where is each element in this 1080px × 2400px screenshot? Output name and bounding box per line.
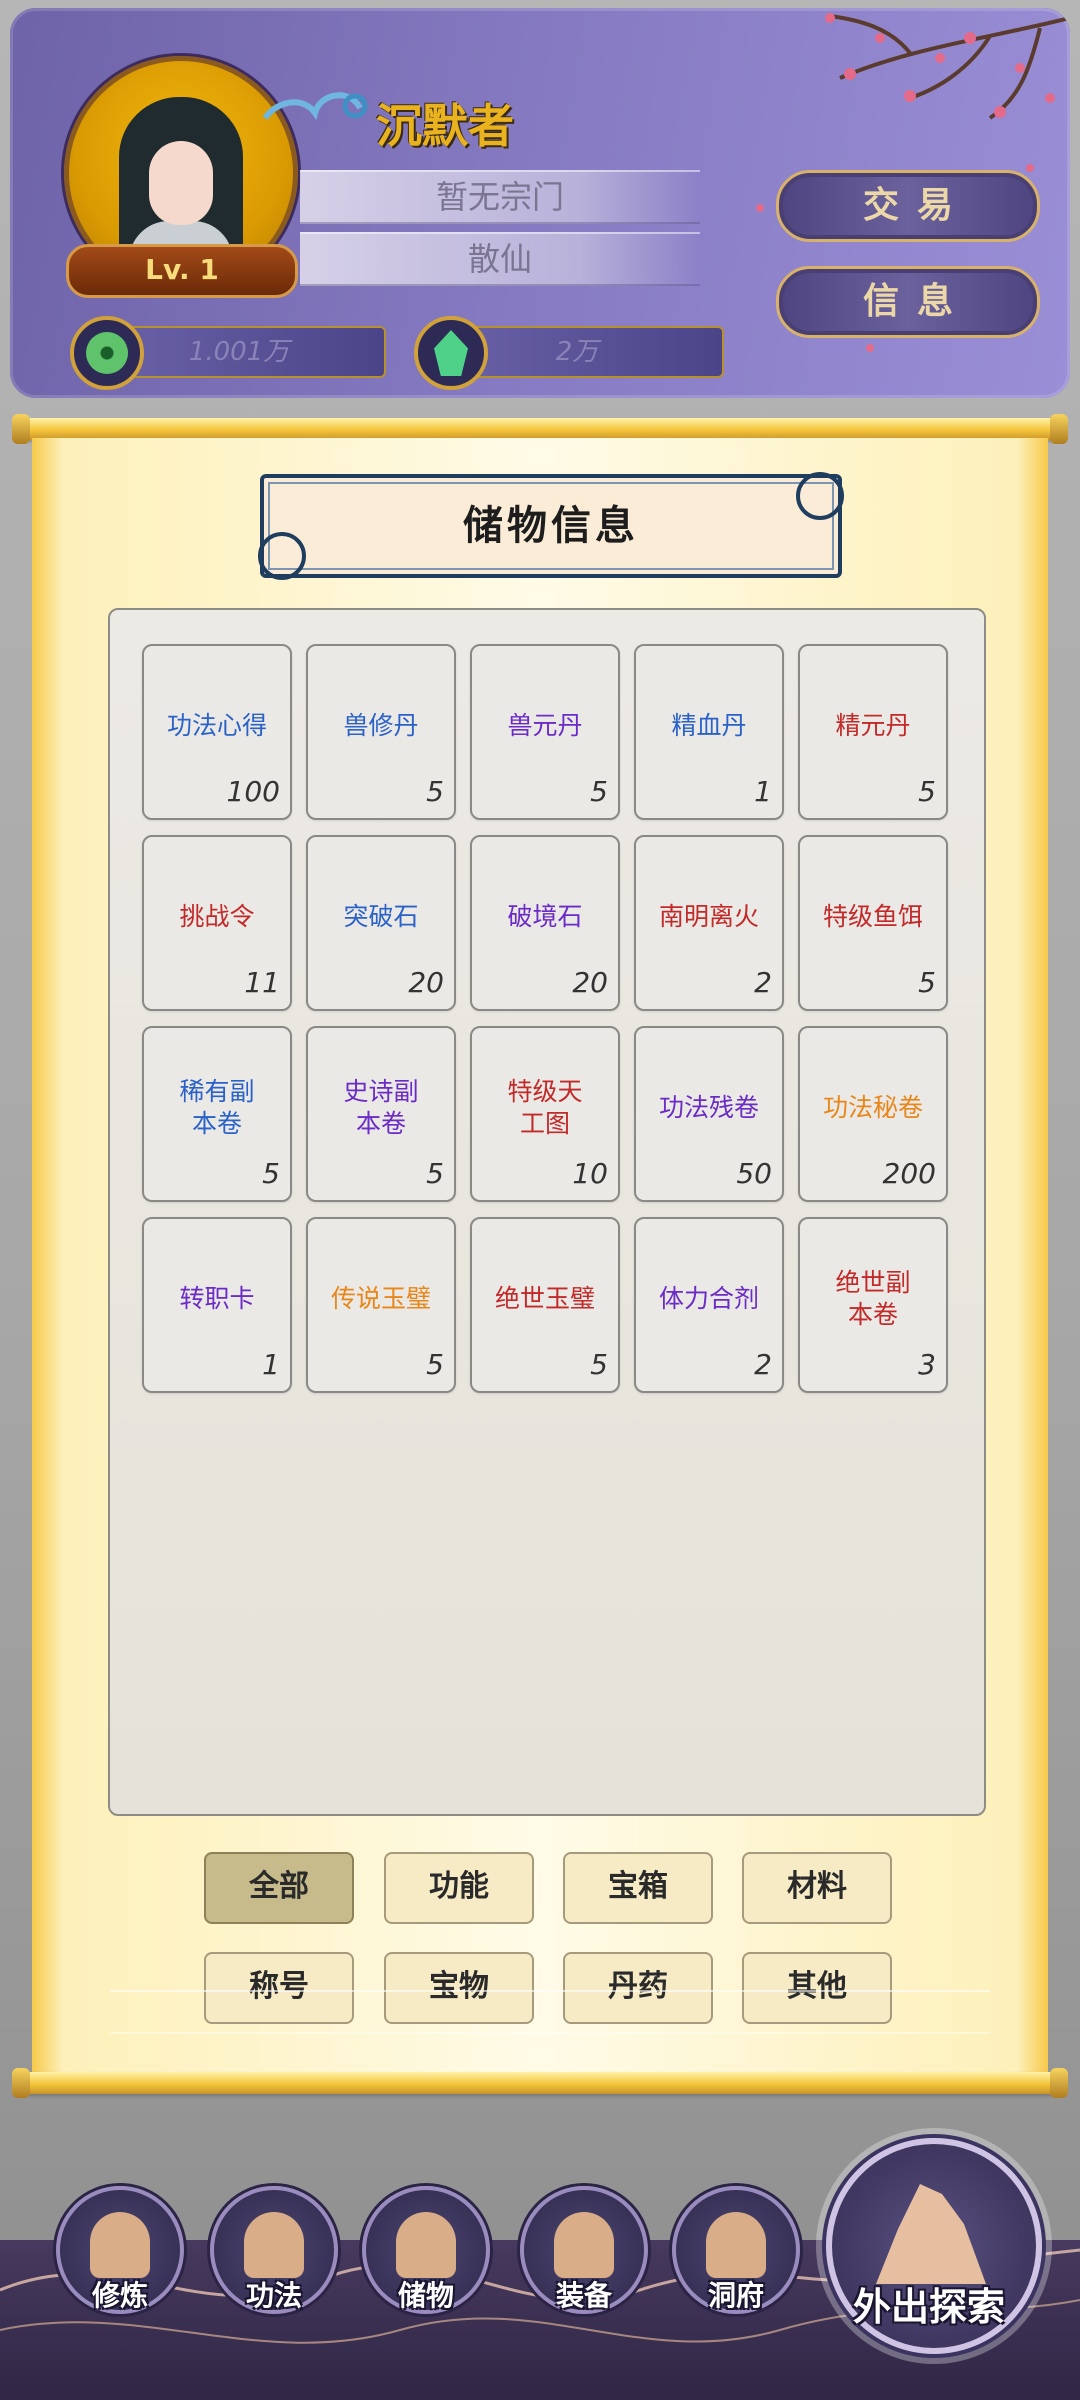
inventory-item[interactable]: 功法心得 100 <box>142 644 292 820</box>
item-count: 5 <box>590 1348 608 1381</box>
level-badge: Lv. 1 <box>66 244 298 298</box>
inventory-item[interactable]: 南明离火 2 <box>634 835 784 1011</box>
item-count: 5 <box>262 1157 280 1190</box>
inventory-item[interactable]: 特级天 工图 10 <box>470 1026 620 1202</box>
inventory-item[interactable]: 功法秘卷 200 <box>798 1026 948 1202</box>
inventory-item[interactable]: 绝世副 本卷 3 <box>798 1217 948 1393</box>
item-name: 突破石 <box>343 902 419 931</box>
corner-swirl-icon <box>258 532 306 580</box>
filter-tab[interactable]: 材料 <box>742 1852 892 1924</box>
item-count: 5 <box>918 775 936 808</box>
item-name: 精血丹 <box>671 711 747 740</box>
filter-tab[interactable]: 功能 <box>384 1852 534 1924</box>
item-count: 3 <box>918 1348 936 1381</box>
coin-icon <box>70 316 144 390</box>
item-name: 特级天 工图 <box>507 1077 583 1138</box>
mountain-icon <box>876 2184 986 2284</box>
item-name: 兽元丹 <box>507 711 583 740</box>
item-name: 体力合剂 <box>658 1284 759 1313</box>
item-name: 稀有副 本卷 <box>179 1077 255 1138</box>
item-name: 挑战令 <box>179 902 255 931</box>
inventory-item[interactable]: 体力合剂 2 <box>634 1217 784 1393</box>
nav-label: 装备 <box>555 2279 612 2312</box>
explore-label: 外出探索 <box>852 2284 1005 2329</box>
nav-label: 储物 <box>397 2279 454 2312</box>
player-name: 沉默者 <box>376 99 514 153</box>
item-name: 功法秘卷 <box>822 1093 923 1122</box>
item-name: 传说玉璧 <box>330 1284 431 1313</box>
item-name: 兽修丹 <box>343 711 419 740</box>
nav-label: 修炼 <box>91 2279 148 2312</box>
item-name: 精元丹 <box>835 711 911 740</box>
item-count: 10 <box>572 1157 608 1190</box>
nav-button[interactable]: 洞府 <box>672 2186 800 2314</box>
item-count: 5 <box>918 966 936 999</box>
inventory-item[interactable]: 兽元丹 5 <box>470 644 620 820</box>
jade-gem-icon <box>414 316 488 390</box>
scroll-bottom-rod <box>12 2068 1068 2098</box>
player-header: Lv. 1 沉默者 暂无宗门 散仙 1.001万 2万 交易 信息 <box>10 8 1070 398</box>
panel-title-plaque: 储物信息 <box>258 472 844 580</box>
item-name: 绝世副 本卷 <box>835 1268 911 1329</box>
armor-icon <box>554 2212 614 2278</box>
nav-button[interactable]: 装备 <box>520 2186 648 2314</box>
item-name: 南明离火 <box>658 902 759 931</box>
inventory-item[interactable]: 特级鱼饵 5 <box>798 835 948 1011</box>
inventory-item[interactable]: 史诗副 本卷 5 <box>306 1026 456 1202</box>
nav-button[interactable]: 修炼 <box>56 2186 184 2314</box>
inventory-item[interactable]: 精元丹 5 <box>798 644 948 820</box>
item-count: 20 <box>572 966 608 999</box>
item-count: 5 <box>590 775 608 808</box>
item-count: 11 <box>244 966 280 999</box>
item-count: 50 <box>736 1157 772 1190</box>
inventory-item[interactable]: 绝世玉璧 5 <box>470 1217 620 1393</box>
item-name: 特级鱼饵 <box>822 902 923 931</box>
corner-swirl-icon <box>796 472 844 520</box>
residence-icon <box>706 2212 766 2278</box>
nav-button[interactable]: 储物 <box>362 2186 490 2314</box>
sect-label: 暂无宗门 <box>300 170 700 224</box>
inventory-grid: 功法心得 100 兽修丹 5 兽元丹 5 精血丹 1 精元丹 5 挑战令 11 突破石 20 破境石 20 南明… <box>108 608 986 1816</box>
scroll-icon <box>244 2212 304 2278</box>
panel-title: 储物信息 <box>463 502 639 549</box>
item-name: 绝世玉璧 <box>494 1284 595 1313</box>
item-count: 2 <box>754 1348 772 1381</box>
cloud-icon <box>262 92 368 121</box>
item-name: 破境石 <box>507 902 583 931</box>
nav-label: 功法 <box>245 2279 302 2312</box>
item-count: 1 <box>754 775 772 808</box>
item-count: 5 <box>426 1348 444 1381</box>
item-count: 100 <box>226 775 280 808</box>
cloud-pattern-decoration <box>110 1990 990 2034</box>
item-count: 1 <box>262 1348 280 1381</box>
item-name: 转职卡 <box>179 1284 255 1313</box>
inventory-item[interactable]: 功法残卷 50 <box>634 1026 784 1202</box>
inventory-item[interactable]: 精血丹 1 <box>634 644 784 820</box>
filter-tab[interactable]: 宝箱 <box>563 1852 713 1924</box>
inventory-item[interactable]: 挑战令 11 <box>142 835 292 1011</box>
bag-icon <box>396 2212 456 2278</box>
item-count: 200 <box>882 1157 936 1190</box>
title-label: 散仙 <box>300 232 700 286</box>
nav-button[interactable]: 功法 <box>210 2186 338 2314</box>
item-name: 史诗副 本卷 <box>343 1077 419 1138</box>
inventory-item[interactable]: 突破石 20 <box>306 835 456 1011</box>
inventory-item[interactable]: 传说玉璧 5 <box>306 1217 456 1393</box>
inventory-item[interactable]: 兽修丹 5 <box>306 644 456 820</box>
item-count: 20 <box>408 966 444 999</box>
cultivate-icon <box>90 2212 150 2278</box>
inventory-item[interactable]: 破境石 20 <box>470 835 620 1011</box>
inventory-item[interactable]: 稀有副 本卷 5 <box>142 1026 292 1202</box>
item-count: 2 <box>754 966 772 999</box>
item-name: 功法残卷 <box>658 1093 759 1122</box>
nav-label: 洞府 <box>707 2279 764 2312</box>
filter-tab[interactable]: 全部 <box>204 1852 354 1924</box>
item-count: 5 <box>426 1157 444 1190</box>
item-name: 功法心得 <box>166 711 267 740</box>
trade-button[interactable]: 交易 <box>776 170 1040 242</box>
info-button[interactable]: 信息 <box>776 266 1040 338</box>
scroll-top-rod <box>12 414 1068 444</box>
inventory-item[interactable]: 转职卡 1 <box>142 1217 292 1393</box>
item-count: 5 <box>426 775 444 808</box>
